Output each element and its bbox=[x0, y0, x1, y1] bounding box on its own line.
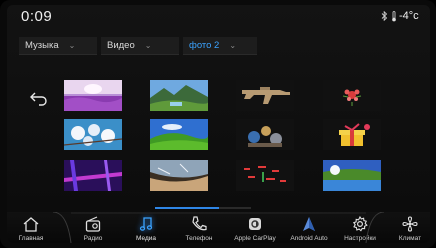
nav-phone-label: Телефон bbox=[185, 235, 213, 242]
photo-thumbnail-green-hills[interactable] bbox=[150, 119, 208, 150]
photo-thumbnail-cherry-blossom[interactable] bbox=[64, 119, 122, 150]
android-auto-icon bbox=[303, 217, 315, 231]
nav-media[interactable]: Медиа bbox=[121, 212, 171, 243]
photo-thumbnail-lake[interactable] bbox=[323, 160, 381, 191]
nav-radio[interactable]: Радио bbox=[68, 212, 118, 243]
filter-video-label: Видео bbox=[107, 40, 135, 51]
nav-carplay[interactable]: Apple CarPlay bbox=[229, 212, 281, 243]
filter-photo-dropdown[interactable]: фото 2 ⌄ bbox=[183, 37, 257, 55]
phone-icon bbox=[192, 216, 207, 231]
photo-thumbnail-red-lights[interactable] bbox=[236, 160, 294, 191]
nav-media-label: Медиа bbox=[136, 235, 156, 242]
carplay-icon bbox=[249, 218, 261, 230]
filter-photo-label: фото 2 bbox=[189, 40, 220, 51]
photo-thumbnail-mountains[interactable] bbox=[150, 80, 208, 111]
nav-carplay-label: Apple CarPlay bbox=[234, 235, 276, 242]
nav-settings-label: Настройки bbox=[344, 235, 376, 242]
nav-climate[interactable]: Климат bbox=[388, 212, 430, 243]
gear-icon bbox=[352, 215, 368, 232]
fan-icon bbox=[402, 216, 418, 232]
clock: 0:09 bbox=[21, 8, 53, 25]
scroll-thumb[interactable] bbox=[155, 207, 219, 209]
radio-icon bbox=[85, 216, 101, 232]
chevron-down-icon: ⌄ bbox=[229, 41, 237, 50]
temperature-value: -4°c bbox=[399, 10, 419, 22]
nav-android-auto-label: Android Auto bbox=[290, 235, 328, 242]
photo-thumbnail-purple-light[interactable] bbox=[64, 160, 122, 191]
temperature-readout: -4°c bbox=[391, 10, 419, 22]
back-button[interactable] bbox=[29, 90, 49, 106]
filter-music-label: Музыка bbox=[25, 40, 59, 51]
chevron-down-icon: ⌄ bbox=[68, 41, 76, 50]
chevron-down-icon: ⌄ bbox=[144, 41, 152, 50]
bluetooth-icon bbox=[381, 10, 388, 24]
photo-thumbnail-figurines[interactable] bbox=[236, 119, 294, 150]
filter-video-dropdown[interactable]: Видео ⌄ bbox=[101, 37, 179, 55]
nav-home-label: Главная bbox=[18, 235, 44, 242]
scroll-indicator[interactable] bbox=[155, 207, 251, 209]
nav-radio-label: Радио bbox=[83, 235, 103, 242]
home-icon bbox=[23, 217, 39, 232]
photo-thumbnail-flowers[interactable] bbox=[323, 80, 381, 111]
nav-home[interactable]: Главная bbox=[7, 212, 56, 243]
music-note-icon bbox=[139, 217, 153, 231]
nav-climate-label: Климат bbox=[398, 235, 422, 242]
nav-android-auto[interactable]: Android Auto bbox=[283, 212, 335, 243]
photo-thumbnail-lavender-field[interactable] bbox=[64, 80, 122, 111]
media-filter-bar: Музыка ⌄ Видео ⌄ фото 2 ⌄ bbox=[19, 37, 257, 55]
nav-phone[interactable]: Телефон bbox=[174, 212, 224, 243]
thermometer-icon bbox=[392, 10, 396, 21]
nav-settings[interactable]: Настройки bbox=[335, 212, 385, 243]
status-bar: 0:09 -4°c bbox=[7, 5, 430, 29]
photo-thumbnail-gift-box[interactable] bbox=[323, 119, 381, 150]
bottom-navigation: Главная Радио Медиа Телефон Apple CarPla… bbox=[7, 212, 430, 243]
head-unit-screen: 0:09 -4°c Музыка ⌄ Видео ⌄ фото 2 ⌄ Глав… bbox=[7, 5, 430, 243]
photo-thumbnail-beach[interactable] bbox=[150, 160, 208, 191]
filter-music-dropdown[interactable]: Музыка ⌄ bbox=[19, 37, 97, 55]
photo-thumbnail-rifle[interactable] bbox=[236, 80, 294, 111]
back-arrow-icon bbox=[30, 92, 47, 106]
